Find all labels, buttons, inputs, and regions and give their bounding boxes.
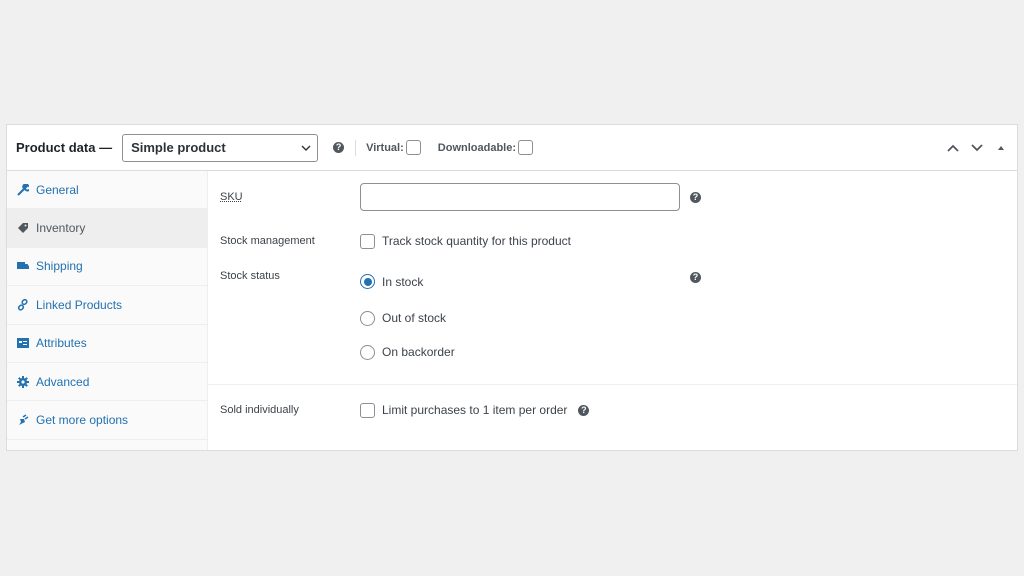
radio-out-of-stock[interactable] [360,310,375,326]
panel-header: Product data — Simple product ? Virtual:… [7,125,1017,171]
tab-label: Shipping [36,259,83,274]
link-icon [17,298,29,311]
stock-management-checkbox[interactable] [360,233,375,249]
virtual-checkbox[interactable] [405,140,421,155]
radio-label: Out of stock [382,311,447,325]
tab-shipping[interactable]: Shipping [7,248,207,287]
radio-in-stock[interactable] [360,274,375,289]
stock-status-in-stock[interactable]: In stock [360,274,423,289]
virtual-option[interactable]: Virtual: [366,140,421,155]
radio-label: In stock [382,274,424,289]
chevron-down-icon [301,145,311,151]
sold-individually-label: Sold individually [220,404,299,416]
sku-row: SKU ? [208,183,1017,211]
virtual-label: Virtual: [366,141,404,154]
stock-status-label: Stock status [220,270,280,282]
tab-label: Attributes [36,336,87,351]
move-down-icon[interactable] [969,140,985,156]
stock-management-text: Track stock quantity for this product [382,234,571,248]
product-data-panel: Product data — Simple product ? Virtual:… [6,124,1018,451]
move-up-icon[interactable] [945,140,961,156]
stock-management-label: Stock management [220,235,315,247]
tab-label: Linked Products [36,297,123,312]
stock-status-row: Stock status In stock ? [208,270,1017,292]
gear-icon [17,375,29,388]
tab-attributes[interactable]: Attributes [7,325,207,363]
tag-icon [17,222,29,234]
tab-inventory[interactable]: Inventory [7,209,207,248]
tab-general[interactable]: General [7,171,207,210]
stock-management-row: Stock management Track stock quantity fo… [208,231,1017,251]
truck-icon [17,260,29,272]
product-type-select[interactable]: Simple product [122,133,319,162]
stock-status-on-backorder[interactable]: On backorder [360,344,455,360]
tab-label: Get more options [36,413,129,428]
stock-management-option[interactable]: Track stock quantity for this product [360,233,571,249]
stock-status-row-3: On backorder [208,342,1017,362]
downloadable-checkbox[interactable] [518,140,534,155]
downloadable-label: Downloadable: [437,141,517,154]
help-icon[interactable]: ? [333,142,345,153]
sold-individually-row: Sold individually Limit purchases to 1 i… [208,400,1017,420]
sold-individually-checkbox[interactable] [360,402,375,418]
sku-label: SKU [220,191,243,203]
tab-label: General [36,182,79,197]
toggle-panel-icon[interactable] [993,140,1009,156]
tab-advanced[interactable]: Advanced [7,363,207,402]
product-type-value: Simple product [131,140,226,155]
sku-input[interactable] [360,183,680,211]
header-divider [355,139,357,156]
plugin-icon [17,414,29,426]
section-divider [208,384,1017,385]
panel-title: Product data — [16,140,113,155]
sold-individually-help-icon[interactable]: ? [578,404,590,416]
sold-individually-option[interactable]: Limit purchases to 1 item per order ? [360,402,590,418]
sku-help-icon[interactable]: ? [690,191,701,203]
downloadable-option[interactable]: Downloadable: [437,140,534,155]
list-card-icon [17,337,29,349]
stock-status-row-2: Out of stock [208,308,1017,328]
stock-status-help-icon[interactable]: ? [690,272,701,283]
radio-label: On backorder [382,345,455,359]
panel-actions [945,125,1009,171]
wrench-icon [17,183,29,196]
radio-on-backorder[interactable] [360,344,375,360]
sold-individually-text: Limit purchases to 1 item per order [382,403,568,417]
tab-label: Advanced [36,374,90,389]
product-data-tabs: General Inventory Shipping Linked Produc… [7,171,208,450]
tab-linked-products[interactable]: Linked Products [7,286,207,325]
panel-body: General Inventory Shipping Linked Produc… [7,171,1017,450]
tab-get-more-options[interactable]: Get more options [7,401,207,440]
tab-label: Inventory [36,221,86,236]
stock-status-out-of-stock[interactable]: Out of stock [360,310,447,326]
inventory-panel: SKU ? Stock management Track stock quant… [208,171,1017,450]
